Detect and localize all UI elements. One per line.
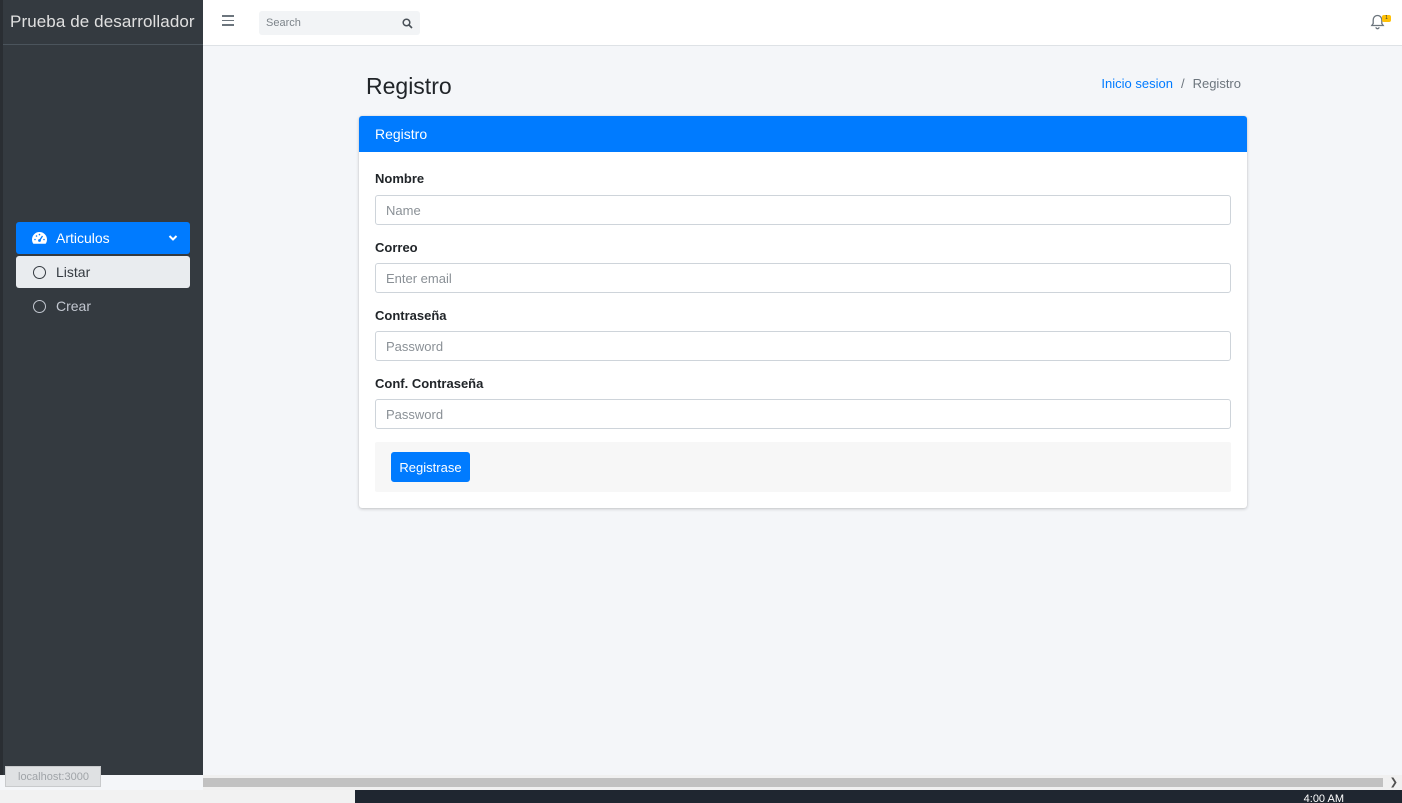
sidebar-item-label: Listar (56, 264, 91, 280)
form-group-conf-contrasena: Conf. Contraseña (375, 361, 1231, 429)
card-body: Nombre Correo Contraseña Conf. Contraseñ… (359, 152, 1247, 429)
breadcrumb-link-inicio-sesion[interactable]: Inicio sesion (1101, 76, 1173, 91)
menu-toggle-icon[interactable] (222, 15, 234, 27)
scroll-right-arrow-icon[interactable]: ❯ (1390, 777, 1398, 788)
scrollbar-thumb[interactable] (203, 778, 1383, 787)
notification-badge: 1 (1382, 15, 1391, 22)
page-title: Registro (366, 73, 452, 99)
search-input[interactable] (259, 11, 395, 35)
sidebar-item-label: Crear (56, 298, 92, 314)
status-url: localhost:3000 (5, 766, 101, 787)
breadcrumb: Inicio sesion / Registro (1101, 76, 1241, 91)
conf-contrasena-label: Conf. Contraseña (375, 376, 484, 391)
horizontal-scrollbar[interactable]: ❯ (203, 775, 1402, 790)
dashboard-gauge-icon (31, 231, 48, 245)
taskbar-search-area (0, 790, 355, 803)
nombre-field[interactable] (375, 195, 1231, 225)
circle-icon (33, 299, 46, 313)
sidebar-item-listar[interactable]: Listar (16, 256, 190, 288)
contrasena-label: Contraseña (375, 308, 447, 323)
sidebar-nav: Articulos Listar Crear (16, 222, 190, 322)
register-button[interactable]: Registrase (391, 452, 470, 482)
top-navbar: 1 (203, 0, 1402, 46)
sidebar-item-crear[interactable]: Crear (16, 290, 190, 322)
password-field[interactable] (375, 331, 1231, 361)
taskbar-clock: 4:00 AM (1303, 793, 1344, 803)
register-card: Registro Nombre Correo Contraseña Conf. … (359, 116, 1247, 508)
form-group-contrasena: Contraseña (375, 293, 1231, 361)
nombre-label: Nombre (375, 171, 425, 186)
brand-title[interactable]: Prueba de desarrollador (3, 0, 203, 45)
sidebar-item-articulos[interactable]: Articulos (16, 222, 190, 254)
confirm-password-field[interactable] (375, 399, 1231, 429)
breadcrumb-separator: / (1180, 76, 1185, 91)
card-footer: Registrase (375, 442, 1231, 492)
sidebar-item-label: Articulos (56, 230, 110, 246)
card-header: Registro (359, 116, 1247, 152)
correo-label: Correo (375, 240, 418, 255)
form-group-nombre: Nombre (375, 152, 1231, 225)
form-group-correo: Correo (375, 225, 1231, 293)
chevron-down-icon (168, 233, 178, 243)
email-field[interactable] (375, 263, 1231, 293)
taskbar: 4:00 AM (355, 790, 1402, 803)
breadcrumb-current: Registro (1192, 76, 1241, 91)
circle-icon (33, 265, 46, 279)
search-icon[interactable] (395, 11, 419, 35)
sidebar: Prueba de desarrollador Articulos Listar… (0, 0, 203, 775)
search-box (259, 11, 420, 35)
